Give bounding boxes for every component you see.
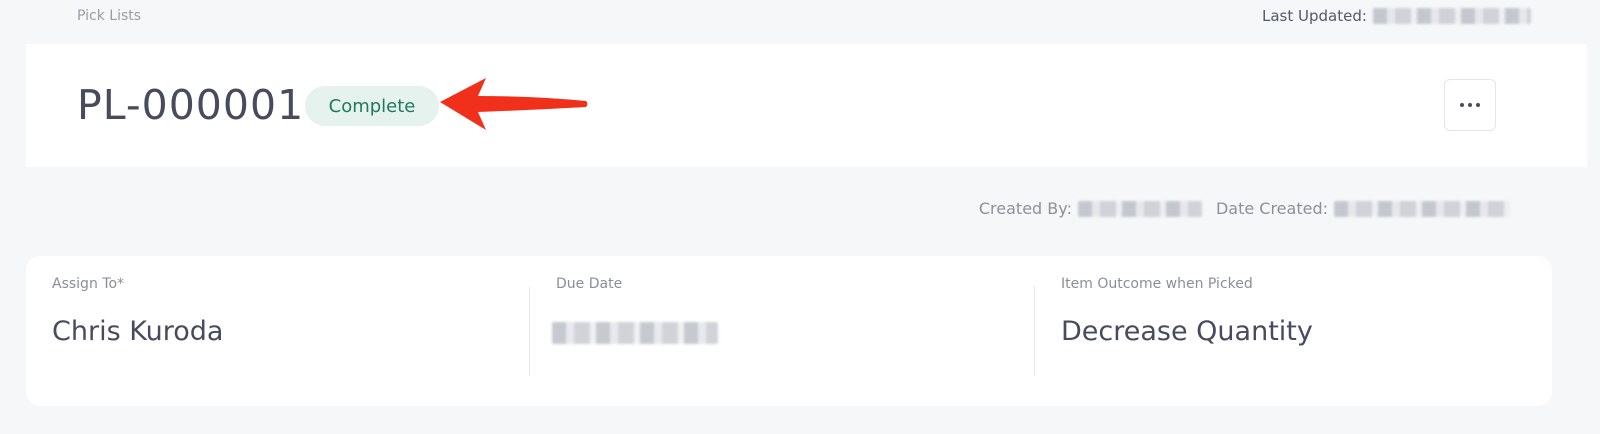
item-outcome-label: Item Outcome when Picked (1061, 276, 1253, 292)
last-updated: Last Updated: (1262, 7, 1531, 25)
due-date-value-redacted[interactable] (552, 322, 718, 344)
more-horizontal-icon (1460, 103, 1480, 107)
pick-list-detail-page: Pick Lists Last Updated: PL-000001 Compl… (0, 0, 1600, 434)
due-date-label: Due Date (556, 276, 623, 292)
assign-to-value[interactable]: Chris Kuroda (52, 316, 223, 347)
last-updated-label: Last Updated: (1262, 7, 1367, 25)
breadcrumb[interactable]: Pick Lists (77, 8, 141, 24)
page-title: PL-000001 (77, 81, 305, 129)
date-created-label: Date Created: (1215, 199, 1328, 218)
details-card: Assign To* Chris Kuroda Due Date Item Ou… (26, 256, 1552, 406)
assign-to-label: Assign To* (52, 276, 125, 292)
created-by-value-redacted (1077, 200, 1202, 217)
created-by-label: Created By: (978, 199, 1072, 218)
header-card: PL-000001 Complete (26, 44, 1587, 167)
date-created-value-redacted (1334, 200, 1510, 217)
meta-row: Created By: Date Created: (979, 199, 1510, 218)
item-outcome-field[interactable]: Item Outcome when Picked Decrease Quanti… (1035, 256, 1552, 406)
due-date-field[interactable]: Due Date (530, 256, 1035, 406)
annotation-arrow-icon (440, 78, 588, 130)
annotation-arrow-shape (440, 78, 588, 130)
last-updated-value-redacted (1372, 8, 1531, 24)
assign-to-field[interactable]: Assign To* Chris Kuroda (26, 256, 529, 406)
status-badge: Complete (305, 86, 439, 126)
more-actions-button[interactable] (1444, 79, 1496, 131)
item-outcome-value[interactable]: Decrease Quantity (1061, 316, 1313, 347)
